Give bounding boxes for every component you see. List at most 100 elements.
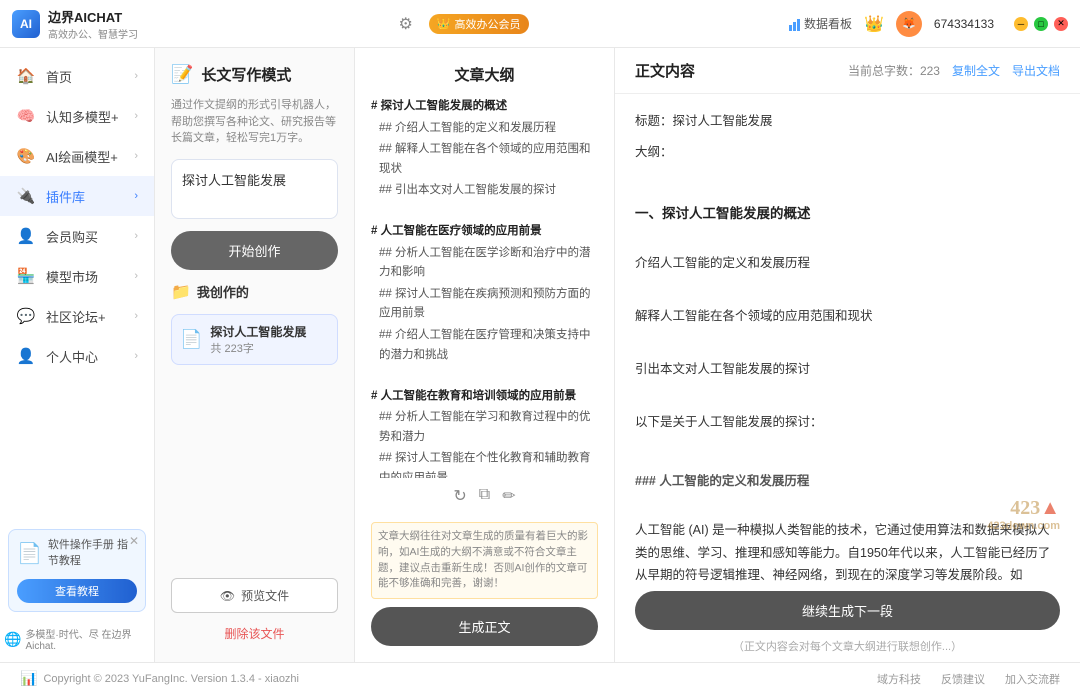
app-logo: AI bbox=[12, 10, 40, 38]
article-subheading-2: 解释人工智能在各个领域的应用范围和现状 bbox=[635, 305, 1060, 328]
minimize-button[interactable]: ─ bbox=[1014, 17, 1028, 31]
topic-input[interactable]: 探讨人工智能发展 bbox=[171, 159, 338, 219]
footer-link-company[interactable]: 域方科技 bbox=[877, 671, 921, 687]
file-count: 共 223字 bbox=[210, 340, 306, 356]
article-h3-heading: ### 人工智能的定义和发展历程 bbox=[635, 470, 1060, 493]
arrow-icon: › bbox=[134, 150, 138, 162]
right-panel-header: 正文内容 当前总字数：223 复制全文 导出文档 bbox=[615, 48, 1080, 94]
article-outline-label: 大纲： bbox=[635, 141, 1060, 164]
vip-crown-icon: 👑 bbox=[864, 14, 884, 34]
sidebar-item-label: 社区论坛+ bbox=[46, 307, 106, 326]
my-creations-label: 📁 我创作的 bbox=[171, 282, 338, 302]
member-icon: 👤 bbox=[16, 226, 36, 246]
user-avatar: 🦊 bbox=[896, 11, 922, 37]
article-section-1: 一、探讨人工智能发展的概述 bbox=[635, 202, 1060, 226]
outline-item: ## 介绍人工智能在医疗管理和决策支持中的潜力和挑战 bbox=[371, 326, 598, 365]
plugin-icon: 🔌 bbox=[16, 186, 36, 206]
left-panel: 📝 长文写作模式 通过作文提纲的形式引导机器人，帮助您撰写各种论文、研究报告等长… bbox=[155, 48, 355, 662]
article-content: 标题：探讨人工智能发展 大纲： 一、探讨人工智能发展的概述 介绍人工智能的定义和… bbox=[615, 94, 1080, 583]
footer-link-feedback[interactable]: 反馈建议 bbox=[941, 671, 985, 687]
bar-chart-icon bbox=[789, 17, 800, 31]
arrow-icon: › bbox=[134, 230, 138, 242]
article-panel-title: 正文内容 bbox=[635, 60, 695, 81]
main-layout: 🏠 首页 › 🧠 认知多模型+ › 🎨 AI绘画模型+ › 🔌 插件库 › 👤 … bbox=[0, 48, 1080, 662]
top-bar-right: 数据看板 👑 🦊 674334133 ─ □ ✕ bbox=[789, 11, 1068, 37]
refresh-icon[interactable]: ↻ bbox=[453, 486, 466, 506]
vip-label: 高效办公会员 bbox=[455, 16, 521, 32]
promo-button[interactable]: 查看教程 bbox=[17, 579, 137, 603]
outline-content: # 探讨人工智能发展的概述 ## 介绍人工智能的定义和发展历程 ## 解释人工智… bbox=[371, 97, 598, 478]
copy-icon[interactable]: ⧉ bbox=[479, 486, 490, 506]
sidebar-item-membership[interactable]: 👤 会员购买 › bbox=[0, 216, 154, 256]
data-panel[interactable]: 数据看板 bbox=[789, 15, 852, 32]
arrow-icon: › bbox=[134, 70, 138, 82]
copy-all-button[interactable]: 复制全文 bbox=[952, 62, 1000, 79]
middle-panel: 文章大纲 # 探讨人工智能发展的概述 ## 介绍人工智能的定义和发展历程 ## … bbox=[355, 48, 615, 662]
file-icon: 📄 bbox=[180, 329, 202, 350]
sidebar-item-label: 首页 bbox=[46, 67, 72, 86]
delete-button[interactable]: 删除该文件 bbox=[171, 621, 338, 646]
file-info: 探讨人工智能发展 共 223字 bbox=[210, 323, 306, 356]
outline-panel-title: 文章大纲 bbox=[371, 64, 598, 85]
export-button[interactable]: 导出文档 bbox=[1012, 62, 1060, 79]
globe-icon: 🌐 bbox=[4, 631, 21, 648]
settings-icon[interactable]: ⚙ bbox=[398, 14, 412, 34]
sidebar-bottom: ✕ 📄 软件操作手册 指节教程 查看教程 bbox=[0, 521, 154, 620]
data-panel-label: 数据看板 bbox=[804, 15, 852, 32]
file-item[interactable]: 📄 探讨人工智能发展 共 223字 bbox=[171, 314, 338, 365]
outline-item: ## 探讨人工智能在个性化教育和辅助教育中的应用前景 bbox=[371, 449, 598, 478]
sidebar-item-market[interactable]: 🏪 模型市场 › bbox=[0, 256, 154, 296]
edit-icon[interactable]: ✏ bbox=[502, 486, 515, 506]
preview-button[interactable]: 👁 预览文件 bbox=[171, 578, 338, 613]
promo-card: ✕ 📄 软件操作手册 指节教程 查看教程 bbox=[8, 529, 146, 612]
article-paragraph: 人工智能 (AI) 是一种模拟人类智能的技术，它通过使用算法和数据来模拟人类的思… bbox=[635, 519, 1060, 583]
right-panel: 正文内容 当前总字数：223 复制全文 导出文档 标题：探讨人工智能发展 大纲：… bbox=[615, 48, 1080, 662]
promo-close-button[interactable]: ✕ bbox=[129, 534, 139, 548]
sidebar-item-personal[interactable]: 👤 个人中心 › bbox=[0, 336, 154, 376]
sidebar-item-community[interactable]: 💬 社区论坛+ › bbox=[0, 296, 154, 336]
preview-label: 预览文件 bbox=[241, 587, 289, 604]
close-button[interactable]: ✕ bbox=[1054, 17, 1068, 31]
writing-emoji: 📝 bbox=[171, 64, 193, 85]
outline-item: ## 解释人工智能在各个领域的应用范围和现状 bbox=[371, 140, 598, 179]
create-button[interactable]: 开始创作 bbox=[171, 231, 338, 270]
footer-right: 域方科技 反馈建议 加入交流群 bbox=[877, 671, 1060, 687]
vip-badge[interactable]: 👑 高效办公会员 bbox=[429, 14, 529, 34]
outline-item: # 人工智能在教育和培训领域的应用前景 bbox=[371, 387, 598, 407]
top-bar: AI 边界AICHAT 高效办公、智慧学习 ⚙ 👑 高效办公会员 数据看板 👑 … bbox=[0, 0, 1080, 48]
sidebar-item-plugin[interactable]: 🔌 插件库 › bbox=[0, 176, 154, 216]
sidebar-item-drawing[interactable]: 🎨 AI绘画模型+ › bbox=[0, 136, 154, 176]
generate-button[interactable]: 生成正文 bbox=[371, 607, 598, 646]
sidebar-item-label: AI绘画模型+ bbox=[46, 147, 118, 166]
right-panel-actions: 当前总字数：223 复制全文 导出文档 bbox=[848, 62, 1060, 79]
user-id: 674334133 bbox=[934, 17, 994, 31]
footer: 📊 Copyright © 2023 YuFangInc. Version 1.… bbox=[0, 662, 1080, 694]
continue-button[interactable]: 继续生成下一段 bbox=[635, 591, 1060, 630]
maximize-button[interactable]: □ bbox=[1034, 17, 1048, 31]
sidebar-item-label: 会员购买 bbox=[46, 227, 98, 246]
outline-item: # 探讨人工智能发展的概述 bbox=[371, 97, 598, 117]
sidebar: 🏠 首页 › 🧠 认知多模型+ › 🎨 AI绘画模型+ › 🔌 插件库 › 👤 … bbox=[0, 48, 155, 662]
footer-link-community[interactable]: 加入交流群 bbox=[1005, 671, 1060, 687]
arrow-icon: › bbox=[134, 270, 138, 282]
content-area: 📝 长文写作模式 通过作文提纲的形式引导机器人，帮助您撰写各种论文、研究报告等长… bbox=[155, 48, 1080, 662]
avatar-emoji: 🦊 bbox=[902, 17, 916, 30]
preview-icon: 👁 bbox=[220, 589, 235, 603]
sidebar-item-label: 个人中心 bbox=[46, 347, 98, 366]
writing-mode-title: 长文写作模式 bbox=[201, 64, 291, 85]
outline-item: ## 探讨人工智能在疾病预测和预防方面的应用前景 bbox=[371, 285, 598, 324]
app-subtitle: 高效办公、智慧学习 bbox=[48, 26, 138, 41]
promo-title: 软件操作手册 指节教程 bbox=[48, 538, 137, 569]
app-title: 边界AICHAT bbox=[48, 7, 138, 26]
article-subheading-3: 引出本文对人工智能发展的探讨 bbox=[635, 358, 1060, 381]
writing-mode-desc: 通过作文提纲的形式引导机器人，帮助您撰写各种论文、研究报告等长篇文章，轻松写完1… bbox=[171, 97, 338, 147]
sidebar-item-home[interactable]: 🏠 首页 › bbox=[0, 56, 154, 96]
arrow-icon: › bbox=[134, 190, 138, 202]
article-subheading-1: 介绍人工智能的定义和发展历程 bbox=[635, 252, 1060, 275]
app-name: 边界AICHAT 高效办公、智慧学习 bbox=[48, 7, 138, 41]
outline-warning: 文章大纲往往对文章生成的质量有着巨大的影响，如AI生成的大纲不满意或不符合文章主… bbox=[371, 522, 598, 599]
sidebar-footer: 🌐 多模型·时代、尽 在边界Aichat. bbox=[0, 620, 154, 654]
sidebar-item-cognitive[interactable]: 🧠 认知多模型+ › bbox=[0, 96, 154, 136]
store-icon: 🏪 bbox=[16, 266, 36, 286]
article-title-line: 标题：探讨人工智能发展 bbox=[635, 110, 1060, 133]
